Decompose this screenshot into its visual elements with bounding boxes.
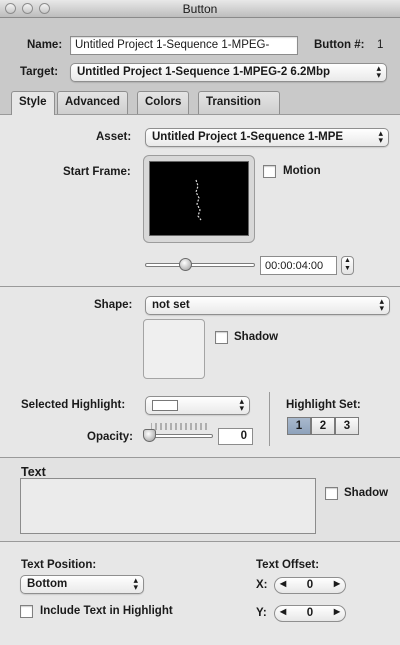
frame-slider-knob[interactable] [179,258,192,271]
name-label: Name: [27,39,63,51]
opacity-value-field[interactable]: 0 [218,428,253,445]
highlight-set-option-2[interactable]: 2 [311,417,335,435]
motion-checkbox[interactable] [263,165,276,178]
start-frame-preview [149,161,249,236]
text-heading: Text [21,465,46,479]
selected-highlight-label: Selected Highlight: [21,399,126,411]
selected-highlight-popup[interactable]: ▴ ▾ [145,396,250,415]
text-position-popup[interactable]: Bottom ▴ ▾ [20,575,144,594]
include-text-label: Include Text in Highlight [40,605,173,617]
shape-shadow-label: Shadow [234,331,279,343]
button-number-value: 1 [377,39,384,51]
title-bar: Button [0,0,400,18]
shape-popup-value: not set [152,299,190,311]
highlight-color-swatch [152,400,178,411]
shape-popup[interactable]: not set ▴ ▾ [145,296,390,315]
tab-transition[interactable]: Transition [198,91,280,114]
x-offset-stepper[interactable]: ◀ 0 ▶ [274,577,346,594]
highlight-set-option-1[interactable]: 1 [287,417,311,435]
text-shadow-checkbox[interactable] [325,487,338,500]
tab-advanced[interactable]: Advanced [57,91,128,114]
popup-arrows-icon: ▴ ▾ [376,63,381,80]
shape-label: Shape: [94,299,133,311]
button-number-label: Button #: [314,39,365,51]
opacity-tick-marks-icon [151,423,207,430]
motion-label: Motion [283,165,321,177]
start-frame-label: Start Frame: [63,166,131,178]
opacity-label: Opacity: [87,431,134,443]
asset-popup[interactable]: Untitled Project 1-Sequence 1-MPE ▴ ▾ [145,128,389,147]
text-input-area[interactable] [20,478,316,534]
tab-colors[interactable]: Colors [137,91,190,114]
increment-arrow-icon[interactable]: ▶ [334,579,340,588]
timecode-stepper[interactable]: ▲ ▼ [341,256,354,275]
text-position-label: Text Position: [21,559,97,571]
vertical-divider [269,392,270,446]
asset-label: Asset: [96,131,132,143]
target-popup[interactable]: Untitled Project 1-Sequence 1-MPEG-2 6.2… [70,63,387,82]
increment-arrow-icon[interactable]: ▶ [334,607,340,616]
include-text-checkbox[interactable] [20,605,33,618]
popup-arrows-icon: ▴ ▾ [378,128,383,145]
tab-advanced-label: Advanced [65,96,120,108]
y-offset-label: Y: [256,607,267,619]
highlight-set-label: Highlight Set: [286,399,361,411]
frame-slider-track[interactable] [145,263,255,267]
timecode-field[interactable]: 00:00:04:00 [260,256,337,275]
highlight-set-option-3[interactable]: 3 [335,417,359,435]
tab-colors-label: Colors [145,96,182,108]
shape-preview-well[interactable] [143,319,205,379]
popup-arrows-icon: ▴ ▾ [133,575,138,592]
window-title: Button [182,2,218,16]
shape-shadow-checkbox[interactable] [215,331,228,344]
text-shadow-label: Shadow [344,487,389,499]
text-position-popup-value: Bottom [27,578,68,590]
tab-style[interactable]: Style [11,91,55,115]
popup-arrows-icon: ▴ ▾ [239,396,244,413]
target-popup-value: Untitled Project 1-Sequence 1-MPEG-2 6.2… [77,66,331,78]
text-offset-label: Text Offset: [256,559,320,571]
tab-transition-label: Transition [206,96,261,108]
x-offset-label: X: [256,579,268,591]
y-offset-stepper[interactable]: ◀ 0 ▶ [274,605,346,622]
asset-popup-value: Untitled Project 1-Sequence 1-MPE [152,131,344,143]
preview-squiggle-icon [195,179,202,221]
opacity-slider-knob[interactable] [143,429,156,442]
name-field[interactable]: Untitled Project 1-Sequence 1-MPEG- [70,36,298,55]
target-label: Target: [20,66,59,78]
popup-arrows-icon: ▴ ▾ [379,296,384,313]
tab-style-label: Style [19,96,47,108]
